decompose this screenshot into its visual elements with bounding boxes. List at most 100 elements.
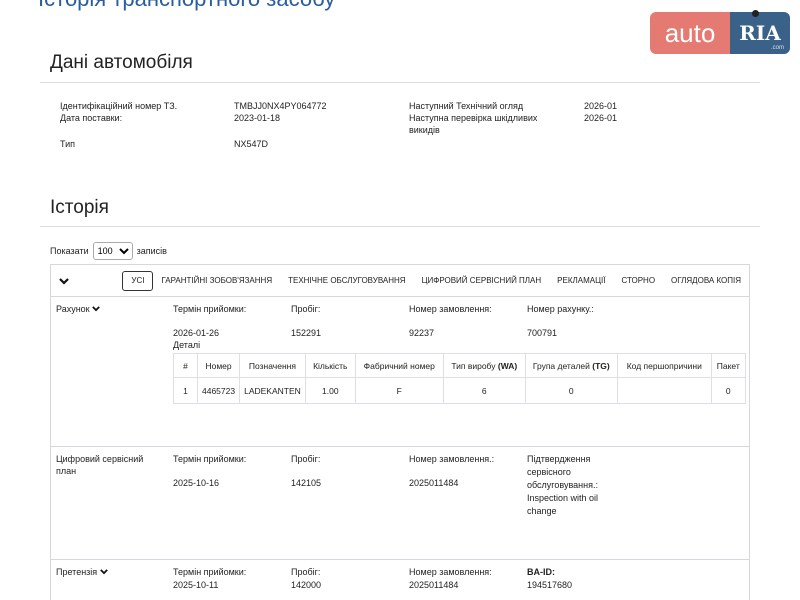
filter-storno[interactable]: СТОРНО: [613, 271, 663, 291]
service-confirmation-value: change: [527, 506, 557, 516]
record-order-value: 92237: [409, 328, 435, 338]
record-date: Термін прийомки: 2025-10-16: [173, 453, 246, 489]
record-date-label: Термін прийомки:: [173, 454, 247, 464]
logo-com-text: .com: [770, 45, 784, 51]
record-order: Номер замовлення.: 2025011484: [409, 453, 494, 489]
service-confirmation-line: сервісного: [527, 467, 571, 477]
col-product-type: Тип виробу (WA): [442, 353, 526, 378]
record-date-label: Термін прийомки:: [173, 304, 247, 314]
col-parts-group-label: Група деталей: [532, 360, 590, 371]
parts-table: # Номер Позначення Кількість Фабричний н…: [173, 353, 746, 404]
service-confirmation-value: Inspection with oil: [527, 493, 599, 503]
history-record: Рахунок Термін прийомки: 2026-01-26 Дета…: [51, 297, 749, 447]
col-quantity: Кількість: [304, 353, 356, 378]
delivery-value: 2023-01-18: [234, 113, 281, 123]
record-order-value: 2025011484: [409, 580, 459, 590]
divider: [40, 82, 760, 83]
filter-all[interactable]: УСІ: [122, 270, 154, 291]
collapse-all-chevron-icon[interactable]: [55, 274, 72, 288]
logo-auto-part: auto: [650, 12, 730, 54]
next-emission-label-line2: викидів: [409, 125, 440, 135]
page-size-select[interactable]: 100: [92, 242, 133, 260]
cell-index: 1: [173, 377, 198, 404]
next-emission-label-line1: Наступна перевірка шкідливих: [409, 113, 538, 123]
col-designation: Позначення: [239, 353, 306, 378]
vehicle-section-title: Дані автомобіля: [50, 52, 193, 73]
record-mileage-label: Пробіг:: [291, 567, 321, 577]
record-mileage: Пробіг: 152291: [291, 303, 321, 339]
filter-warranty[interactable]: ГАРАНТІЙНІ ЗОБОВ'ЯЗАННЯ: [153, 271, 280, 291]
record-type-label: Рахунок: [56, 304, 90, 314]
col-number: Номер: [196, 353, 241, 378]
page-top-title: Історія транспортного засобу: [38, 0, 335, 12]
record-type-line1: Цифровий сервісний: [56, 454, 144, 464]
details-link[interactable]: Деталі: [173, 340, 200, 350]
record-mileage-label: Пробіг:: [291, 454, 321, 464]
record-type[interactable]: Претензія: [56, 566, 156, 578]
record-ba-id-label: BA-ID:: [527, 567, 555, 577]
cell-product-type: 6: [442, 377, 526, 404]
record-mileage-value: 142105: [291, 478, 322, 488]
record-order-label: Номер замовлення:: [409, 567, 492, 577]
records-label: записів: [136, 246, 167, 256]
autoria-logo[interactable]: auto RIA .com: [650, 10, 790, 54]
record-ba-id-value: 194517680: [527, 580, 573, 590]
record-mileage-label: Пробіг:: [291, 304, 321, 314]
chevron-down-icon[interactable]: [92, 305, 100, 312]
record-date-label: Термін прийомки:: [173, 567, 247, 577]
vin-label: Ідентифікаційний номер ТЗ.: [60, 101, 178, 111]
record-order-label: Номер замовлення:: [409, 304, 492, 314]
chevron-down-icon[interactable]: [99, 568, 108, 575]
record-type[interactable]: Рахунок: [56, 303, 156, 315]
cell-package: 0: [710, 377, 746, 404]
filter-claims[interactable]: РЕКЛАМАЦІЇ: [549, 271, 613, 291]
next-emission-label: Наступна перевірка шкідливих викидів: [409, 112, 537, 136]
record-date: Термін прийомки: 2025-10-11: [173, 566, 246, 592]
show-label: Показати: [50, 246, 89, 256]
history-record: Претензія Термін прийомки: 2025-10-11 Пр…: [51, 560, 749, 600]
filter-maintenance[interactable]: ТЕХНІЧНЕ ОБСЛУГОВУВАННЯ: [280, 271, 413, 291]
cell-quantity: 1.00: [304, 377, 356, 404]
record-order-value: 2025011484: [409, 478, 459, 488]
col-package: Пакет: [710, 353, 746, 378]
record-invoice: Номер рахунку.: 700791: [527, 303, 594, 339]
col-factory-number: Фабричний номер: [354, 353, 444, 378]
service-confirmation-line: обслуговування.:: [527, 480, 598, 490]
filter-bar: УСІ ГАРАНТІЙНІ ЗОБОВ'ЯЗАННЯ ТЕХНІЧНЕ ОБС…: [51, 265, 749, 297]
col-parts-group: Група деталей (TG): [524, 353, 618, 378]
record-service-confirmation: Підтвердження сервісного обслуговування.…: [527, 453, 598, 518]
record-type: Цифровий сервісний план: [56, 453, 156, 477]
cell-root-cause: [616, 377, 712, 404]
record-date-value: 2025-10-11: [173, 580, 219, 590]
filter-review-copy[interactable]: ОГЛЯДОВА КОПІЯ: [663, 271, 749, 291]
divider: [40, 226, 760, 227]
col-product-type-code: (WA): [497, 360, 518, 371]
delivery-label: Дата поставки:: [60, 113, 123, 123]
record-date-value: 2025-10-16: [173, 478, 220, 488]
logo-ria-text: RIA: [739, 21, 781, 45]
record-type-line2: план: [56, 466, 77, 476]
cell-number: 4465723: [196, 377, 241, 404]
record-order: Номер замовлення: 2025011484: [409, 566, 492, 592]
cell-factory-number: F: [354, 377, 444, 404]
page-size-control: Показати 100 записів: [50, 242, 167, 260]
record-invoice-value: 700791: [527, 328, 558, 338]
filter-digital-service-plan[interactable]: ЦИФРОВИЙ СЕРВІСНИЙ ПЛАН: [414, 271, 550, 291]
service-confirmation-line: Підтвердження: [527, 454, 591, 464]
next-emission-value: 2026-01: [584, 113, 618, 123]
filter-tabs: УСІ ГАРАНТІЙНІ ЗОБОВ'ЯЗАННЯ ТЕХНІЧНЕ ОБС…: [122, 270, 749, 291]
col-product-type-label: Тип виробу: [451, 360, 496, 371]
col-root-cause: Код першопричини: [616, 353, 712, 378]
logo-ria-part: RIA .com: [730, 10, 790, 54]
cell-designation: LADEKANTEN: [239, 377, 306, 404]
parts-table-header: # Номер Позначення Кількість Фабричний н…: [173, 353, 746, 378]
type-value: NX547D: [234, 139, 269, 149]
record-mileage-value: 142000: [291, 580, 322, 590]
history-record: Цифровий сервісний план Термін прийомки:…: [51, 447, 749, 560]
next-inspection-label: Наступний Технічний огляд: [409, 101, 524, 111]
vin-value: TMBJJ0NX4PY064772: [234, 101, 327, 111]
record-mileage: Пробіг: 142000: [291, 566, 321, 592]
record-order: Номер замовлення: 92237: [409, 303, 492, 339]
next-inspection-value: 2026-01: [584, 101, 618, 111]
record-date-value: 2026-01-26: [173, 328, 220, 338]
